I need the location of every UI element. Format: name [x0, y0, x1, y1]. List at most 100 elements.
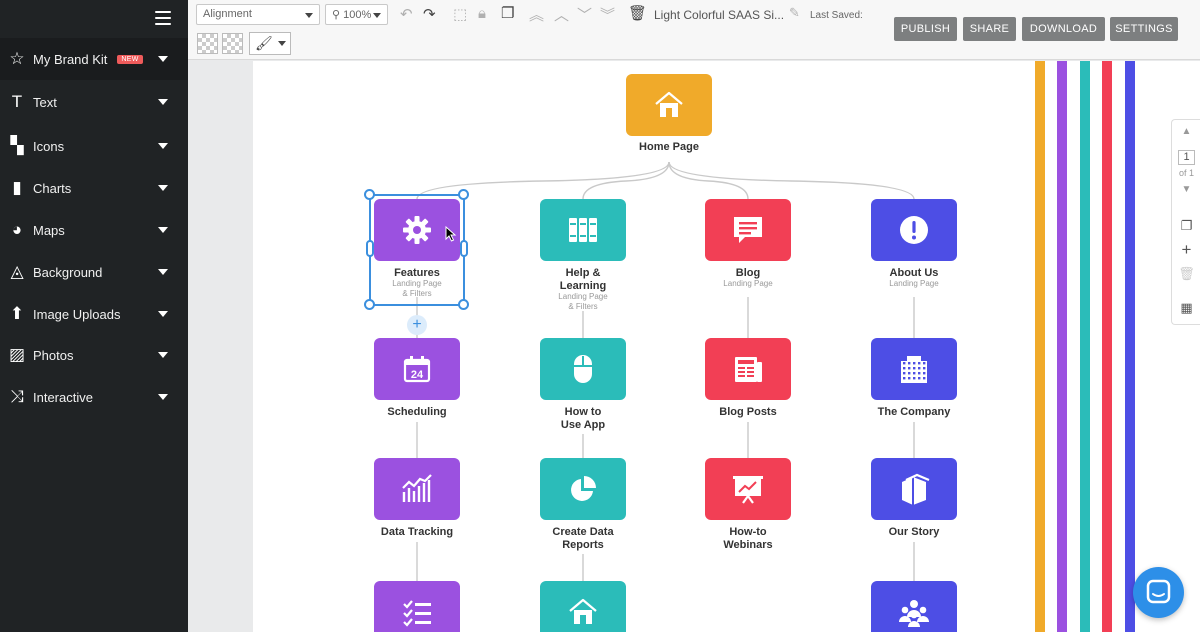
book-icon: [897, 472, 931, 506]
sidebar-item-interactive[interactable]: ⤨ Interactive: [0, 376, 188, 418]
bring-to-front-icon[interactable]: ︽: [529, 4, 544, 25]
sidebar-item-label: Interactive: [33, 389, 93, 405]
format-painter-dropdown[interactable]: 🖌︎: [249, 32, 291, 55]
page-number-input[interactable]: 1: [1178, 150, 1195, 165]
redo-icon[interactable]: ↷: [423, 5, 436, 23]
send-backward-icon[interactable]: ﹀: [577, 4, 592, 25]
text-icon: T: [11, 92, 23, 111]
sitemap-node-help-learning[interactable]: [540, 199, 626, 261]
decorative-stripe[interactable]: [1102, 61, 1112, 632]
decorative-stripe[interactable]: [1057, 61, 1067, 632]
add-child-button[interactable]: +: [407, 315, 427, 335]
sitemap-node-about-us[interactable]: [871, 199, 957, 261]
exclamation-icon: [897, 213, 931, 247]
sidebar-item-text[interactable]: T Text: [0, 81, 188, 123]
undo-icon[interactable]: ↶: [400, 5, 413, 23]
resize-handle[interactable]: [460, 240, 468, 257]
sidebar-item-background[interactable]: ◬ Background: [0, 251, 188, 293]
decorative-stripe[interactable]: [1080, 61, 1090, 632]
sitemap-node-data-tracking[interactable]: [374, 458, 460, 520]
duplicate-icon[interactable]: ❐: [501, 4, 514, 22]
resize-handle[interactable]: [364, 299, 375, 310]
sidebar-item-label: Icons: [33, 138, 65, 154]
sitemap-node-how-to-use-app[interactable]: [540, 338, 626, 400]
zoom-value: 100%: [343, 9, 372, 21]
resize-handle[interactable]: [458, 299, 469, 310]
sitemap-node-the-company[interactable]: [871, 338, 957, 400]
chevron-down-icon[interactable]: [158, 143, 168, 149]
node-label: Data Tracking: [380, 526, 454, 538]
chevron-down-icon[interactable]: [158, 352, 168, 358]
sidebar-item-label: Photos: [33, 347, 74, 363]
resize-handle[interactable]: [458, 189, 469, 200]
home-icon: [652, 88, 686, 122]
page-down-icon[interactable]: ▼: [1172, 184, 1200, 195]
sidebar-item-icons[interactable]: ▚ Icons: [0, 125, 188, 167]
sitemap-node-create-data-reports[interactable]: [540, 458, 626, 520]
bring-forward-icon[interactable]: ︿: [554, 4, 569, 25]
last-saved-label: Last Saved:: [810, 10, 863, 21]
chevron-down-icon[interactable]: [158, 99, 168, 105]
document-title[interactable]: Light Colorful SAAS Si...: [654, 8, 784, 22]
sidebar-item-photos[interactable]: ▨ Photos: [0, 334, 188, 376]
node-sublabel: Landing Page: [723, 279, 773, 288]
selection-box[interactable]: [369, 194, 465, 306]
svg-text:24: 24: [411, 369, 424, 381]
presentation-icon: [731, 472, 765, 506]
group-icon[interactable]: ⬚: [453, 5, 467, 23]
chevron-down-icon[interactable]: [158, 185, 168, 191]
sitemap-node-how-to-webinars[interactable]: [705, 458, 791, 520]
delete-page-icon[interactable]: 🗑︎: [1172, 266, 1200, 282]
sidebar-item-maps[interactable]: ◕ Maps: [0, 209, 188, 251]
sitemap-node-column-1-item-4[interactable]: [374, 581, 460, 632]
decorative-stripe[interactable]: [1125, 61, 1135, 632]
sitemap-node-blog-posts[interactable]: [705, 338, 791, 400]
sitemap-node-home-page[interactable]: [626, 74, 712, 136]
sitemap-node-column-2-item-4[interactable]: [540, 581, 626, 632]
decorative-stripe[interactable]: [1035, 61, 1045, 632]
sitemap-node-blog[interactable]: [705, 199, 791, 261]
share-button[interactable]: SHARE: [963, 17, 1016, 41]
page-up-icon[interactable]: ▲: [1172, 126, 1200, 137]
chevron-down-icon[interactable]: [158, 56, 168, 62]
analytics-icon: [400, 472, 434, 506]
chevron-down-icon[interactable]: [158, 269, 168, 275]
design-canvas[interactable]: Home Page Features Landing Page & Filters 2…: [253, 61, 1200, 632]
sitemap-node-scheduling[interactable]: 24: [374, 338, 460, 400]
calendar-icon: 24: [400, 352, 434, 386]
sidebar-item-image-uploads[interactable]: ⬆ Image Uploads: [0, 293, 188, 335]
hamburger-menu-icon[interactable]: [155, 11, 171, 25]
page-grid-icon[interactable]: ▦: [1172, 300, 1200, 316]
chevron-down-icon[interactable]: [158, 394, 168, 400]
chat-support-button[interactable]: [1133, 567, 1184, 618]
settings-button[interactable]: SETTINGS: [1110, 17, 1178, 41]
books-icon: [566, 213, 600, 247]
resize-handle[interactable]: [366, 240, 374, 257]
pie-chart-icon: [566, 472, 600, 506]
transparent-stroke-swatch[interactable]: [222, 33, 243, 54]
resize-handle[interactable]: [364, 189, 375, 200]
download-button[interactable]: DOWNLOAD: [1022, 17, 1105, 41]
sitemap-node-column-4-item-4[interactable]: [871, 581, 957, 632]
sitemap-node-our-story[interactable]: [871, 458, 957, 520]
chevron-down-icon[interactable]: [158, 311, 168, 317]
zoom-dropdown[interactable]: ⚲ 100%: [325, 4, 388, 25]
sidebar-item-label: Image Uploads: [33, 306, 121, 322]
lock-icon[interactable]: 🔒︎: [478, 5, 486, 22]
publish-button[interactable]: PUBLISH: [894, 17, 957, 41]
node-label: Create Data Reports: [552, 526, 614, 551]
sidebar-item-my-brand-kit[interactable]: ☆ My Brand Kit NEW: [0, 38, 188, 80]
sidebar-item-charts[interactable]: ▮ Charts: [0, 167, 188, 209]
top-toolbar: Alignment ⚲ 100% ↶ ↷ ⬚ 🔒︎ ❐ ︽ ︿ ﹀ ︾ 🗑︎ L…: [188, 0, 1200, 60]
transparent-fill-swatch[interactable]: [197, 33, 218, 54]
alignment-dropdown[interactable]: Alignment: [196, 4, 320, 25]
add-page-icon[interactable]: +: [1172, 240, 1200, 260]
page-count: of 1: [1178, 168, 1194, 178]
newspaper-icon: [731, 352, 765, 386]
trash-icon[interactable]: 🗑︎: [628, 4, 647, 22]
send-to-back-icon[interactable]: ︾: [600, 4, 615, 25]
chevron-down-icon[interactable]: [158, 227, 168, 233]
node-label: Home Page: [639, 141, 699, 153]
duplicate-page-icon[interactable]: ❐: [1172, 218, 1200, 234]
edit-title-icon[interactable]: ✎: [789, 5, 800, 21]
